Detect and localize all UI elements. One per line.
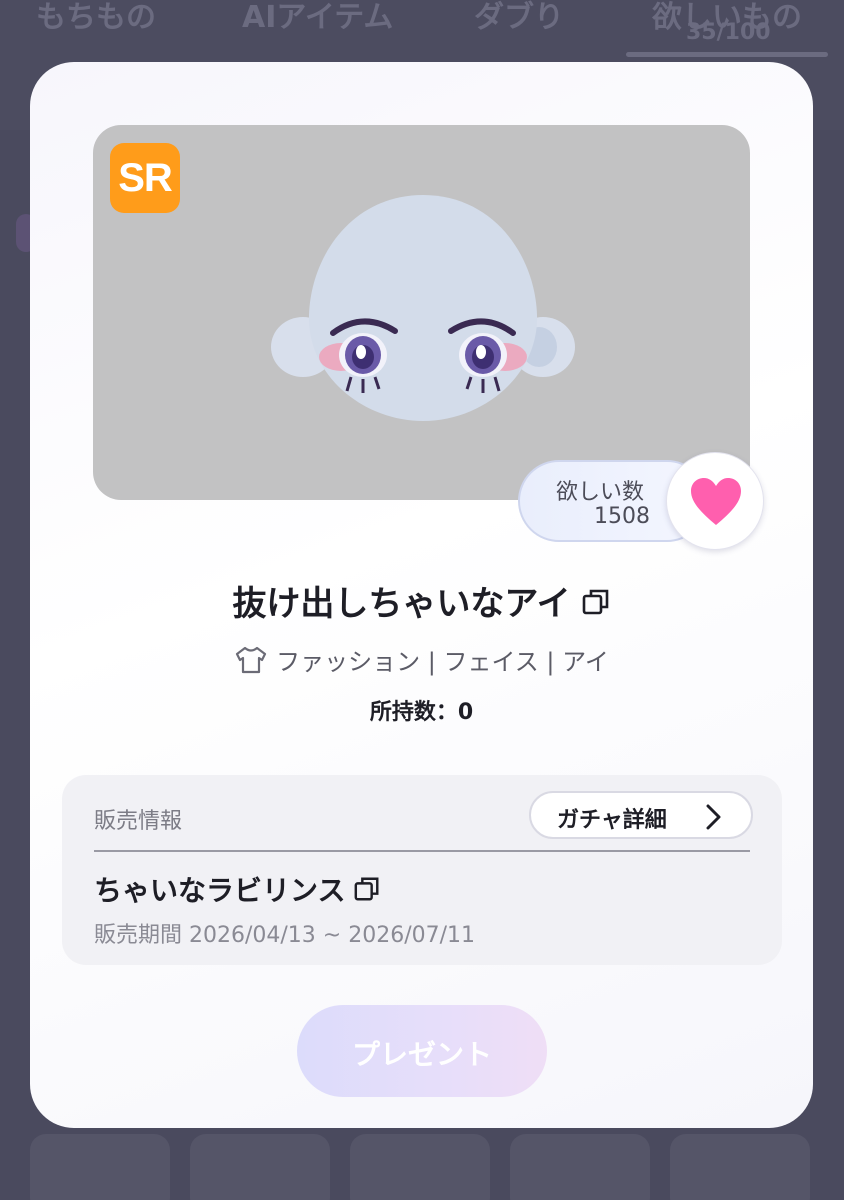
background-item-cell bbox=[30, 1134, 170, 1200]
chevron-right-icon bbox=[706, 804, 721, 830]
owned-count: 所持数：0 bbox=[369, 700, 474, 725]
background-item-cell bbox=[190, 1134, 330, 1200]
shirt-icon bbox=[234, 645, 268, 681]
wish-count-value: 1508 bbox=[594, 504, 650, 529]
sale-info-box: 販売情報 ガチャ詳細 ちゃいなラビリンス 販売期間 2026/04/13 ~ 2… bbox=[62, 775, 782, 965]
wishlist-heart-button[interactable] bbox=[666, 452, 764, 550]
tab-duplicates: ダブり bbox=[474, 0, 564, 35]
active-tab-indicator bbox=[626, 52, 828, 57]
tab-ai-items: AIアイテム bbox=[242, 0, 394, 35]
item-category-row: ファッション | フェイス | アイ bbox=[30, 642, 813, 681]
rarity-badge: SR bbox=[110, 143, 180, 213]
wishlist-tab-count: 35/100 bbox=[686, 20, 771, 45]
item-title-row: 抜け出しちゃいなアイ bbox=[30, 576, 813, 626]
divider bbox=[94, 850, 750, 852]
sale-period: 販売期間 2026/04/13 ~ 2026/07/11 bbox=[94, 923, 476, 948]
background-item-cell bbox=[510, 1134, 650, 1200]
item-name: 抜け出しちゃいなアイ bbox=[232, 584, 571, 624]
item-preview: SR bbox=[93, 125, 750, 500]
gacha-name: ちゃいなラビリンス bbox=[94, 874, 346, 907]
gacha-name-row: ちゃいなラビリンス bbox=[94, 869, 381, 910]
sale-info-label: 販売情報 bbox=[94, 809, 183, 834]
present-button[interactable]: プレゼント bbox=[297, 1005, 547, 1097]
copy-icon[interactable] bbox=[353, 875, 381, 910]
present-button-label: プレゼント bbox=[351, 1038, 492, 1071]
item-category: ファッション | フェイス | アイ bbox=[276, 648, 609, 676]
copy-icon[interactable] bbox=[581, 586, 611, 626]
background-item-cell bbox=[350, 1134, 490, 1200]
gacha-detail-button[interactable]: ガチャ詳細 bbox=[529, 791, 753, 839]
face-preview-image bbox=[271, 195, 575, 421]
item-detail-modal: SR 欲しい数 1508 抜け出しちゃいなアイ ファッション | フェイス | … bbox=[30, 62, 813, 1128]
gacha-detail-label: ガチャ詳細 bbox=[557, 808, 667, 833]
tab-belongings: もちもの bbox=[36, 0, 156, 35]
wish-count-label: 欲しい数 bbox=[556, 480, 645, 505]
heart-icon bbox=[691, 478, 741, 525]
background-item-cell bbox=[670, 1134, 810, 1200]
